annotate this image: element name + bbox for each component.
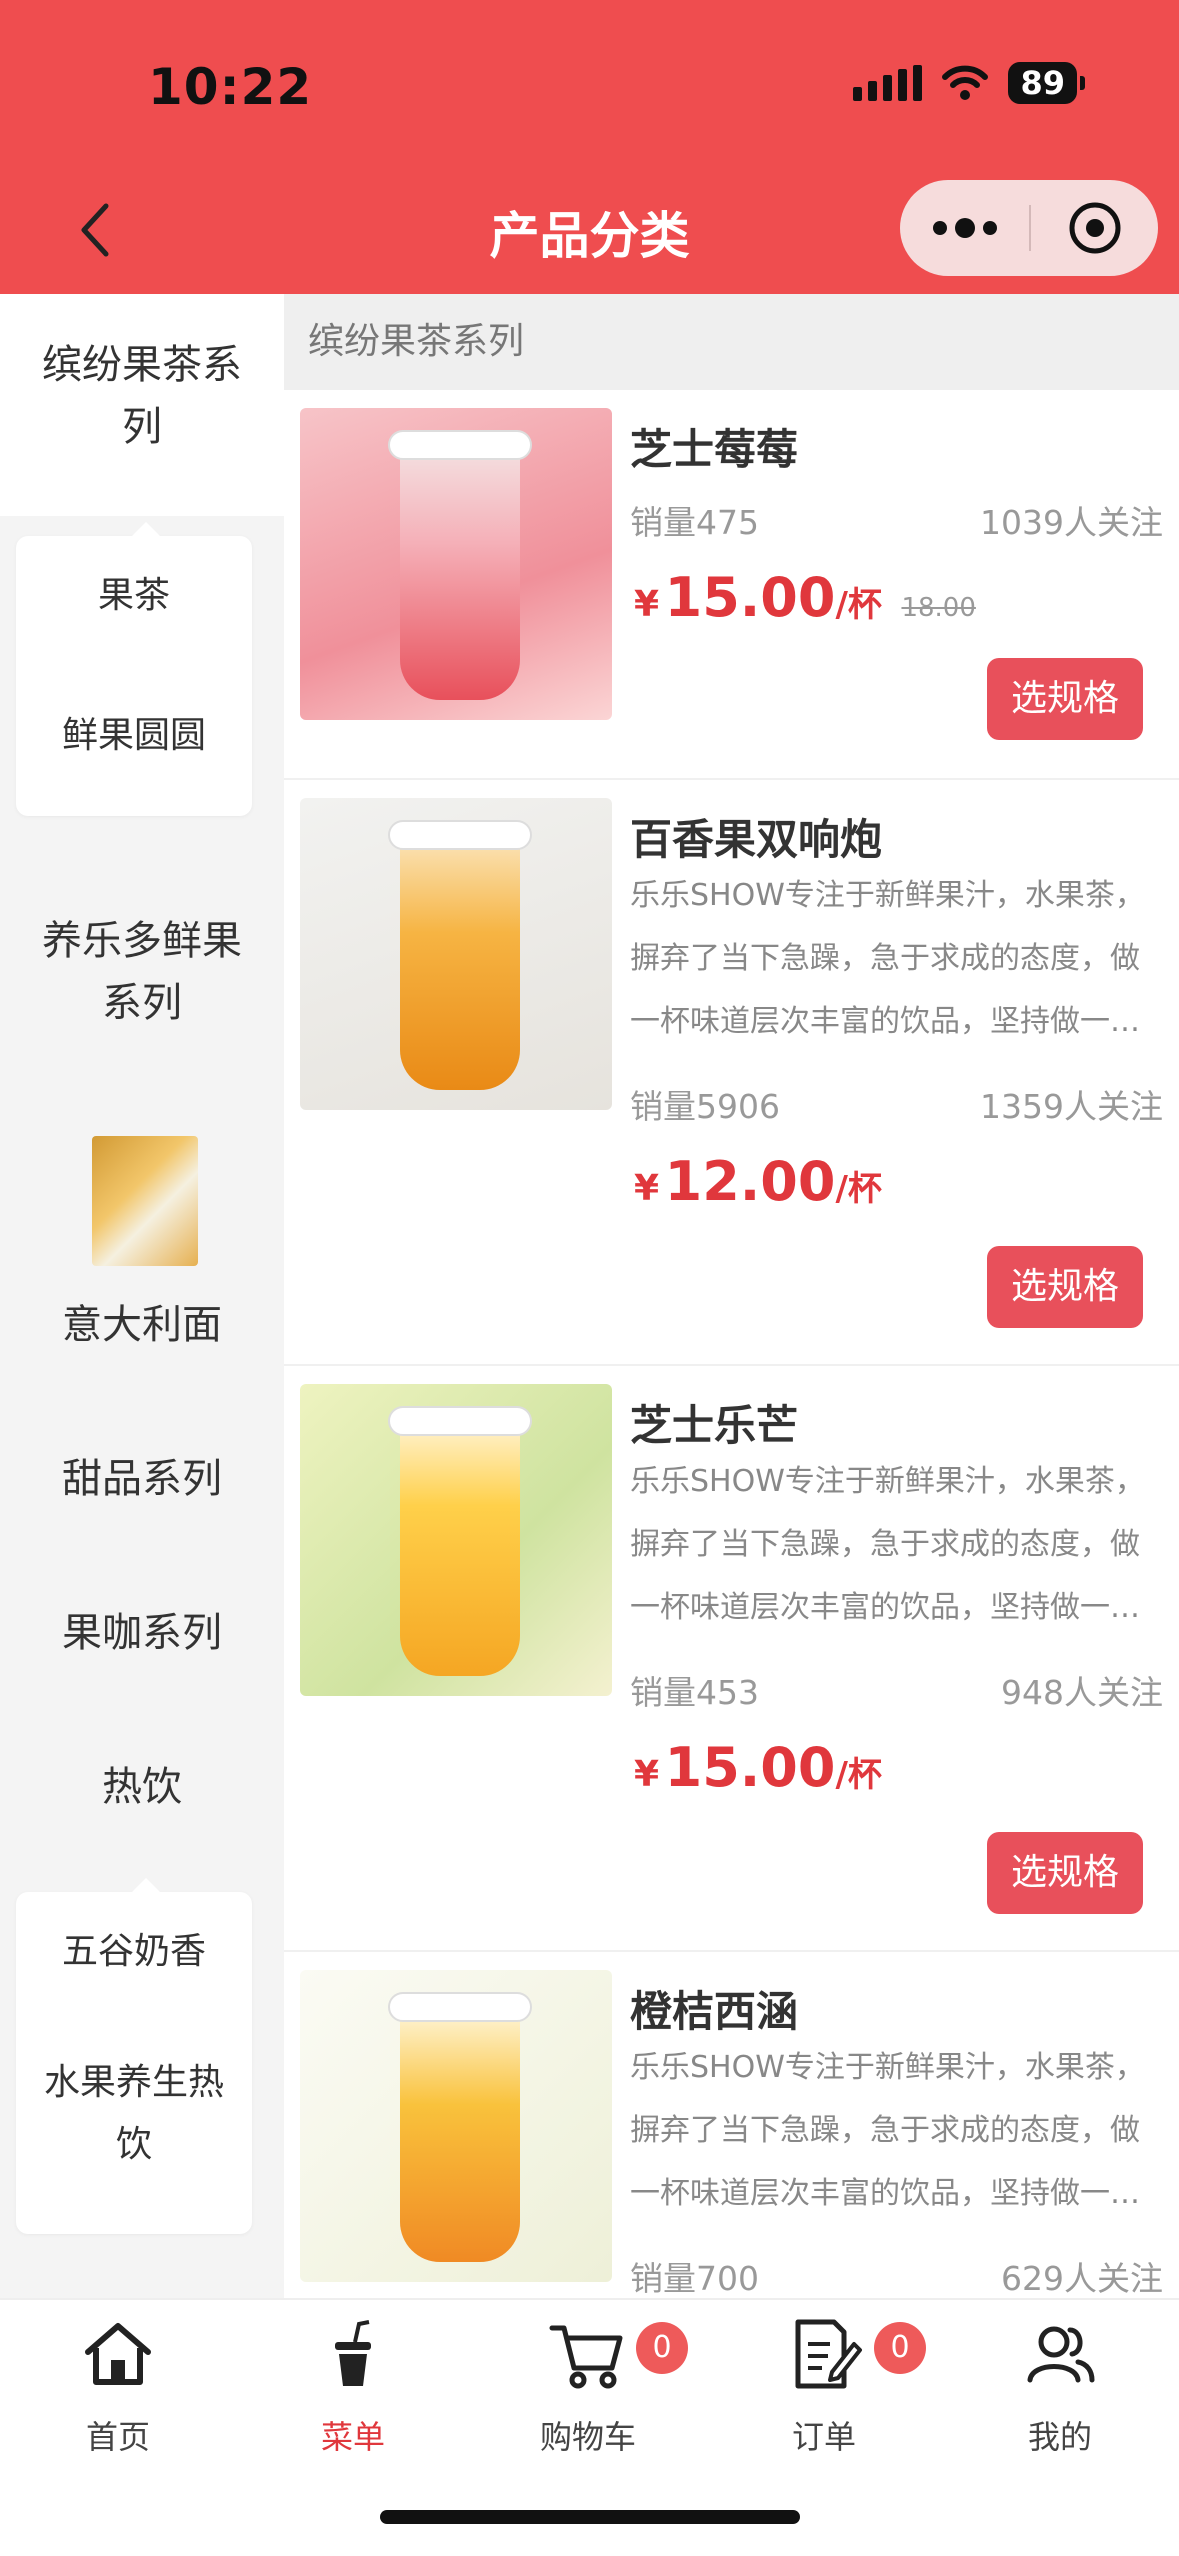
- product-name: 橙桔西涵: [630, 1987, 799, 2036]
- currency-symbol: ¥: [634, 584, 660, 625]
- subcategory-item[interactable]: 五谷奶香: [16, 1922, 252, 1982]
- battery-indicator: 89: [1008, 62, 1085, 104]
- section-title: 缤纷果茶系列: [284, 294, 1179, 390]
- wifi-icon: [942, 65, 989, 100]
- tab-label: 购物车: [539, 2418, 636, 2456]
- product-card[interactable]: 百香果双响炮 乐乐SHOW专注于新鲜果汁，水果茶，摒弃了当下急躁，急于求成的态度…: [284, 780, 1179, 1366]
- product-followers: 1359人关注: [980, 1087, 1163, 1126]
- cup-icon: [335, 2320, 371, 2386]
- order-count-badge: 0: [874, 2322, 926, 2374]
- cup-lid: [388, 430, 532, 460]
- drink-cup: [400, 438, 520, 700]
- category-label: 热饮: [102, 1764, 182, 1810]
- header: 10:22 89 产品分类: [0, 0, 1179, 294]
- price-value: 15.00: [664, 566, 836, 629]
- product-card[interactable]: 芝士莓莓 销量475 1039人关注 ¥ 15.00/杯 18.00 选规格: [284, 390, 1179, 780]
- target-icon: [1069, 202, 1120, 254]
- product-sales: 销量700: [630, 2259, 759, 2298]
- category-label: 果咖系列: [62, 1610, 222, 1656]
- product-followers: 948人关注: [1001, 1673, 1163, 1712]
- category-sidebar: 缤纷果茶系列 果茶 鲜果圆圆 养乐多鲜果系列 意大利面 甜品系列 果咖系列 热饮…: [0, 294, 284, 2298]
- close-miniprogram-button[interactable]: [1031, 180, 1158, 276]
- price-unit: /杯: [835, 1755, 882, 1795]
- product-image: [300, 1384, 612, 1696]
- price-value: 12.00: [664, 1150, 836, 1213]
- product-description: 乐乐SHOW专注于新鲜果汁，水果茶，摒弃了当下急躁，急于求成的态度，做一杯味道层…: [630, 2050, 1145, 2211]
- tab-label: 我的: [1027, 2418, 1092, 2456]
- product-name: 芝士乐芒: [630, 1401, 799, 1450]
- tab-label: 首页: [85, 2418, 150, 2456]
- user-group-icon: [1027, 2326, 1095, 2383]
- product-list: 缤纷果茶系列 芝士莓莓 销量475 1039人关注 ¥ 15.00/杯 18.0…: [284, 294, 1179, 2298]
- product-price: ¥ 12.00/杯: [634, 1150, 882, 1213]
- more-menu-button[interactable]: [900, 180, 1029, 276]
- product-card[interactable]: 橙桔西涵 乐乐SHOW专注于新鲜果汁，水果茶，摒弃了当下急躁，急于求成的态度，做…: [284, 1952, 1179, 2298]
- original-price: 18.00: [901, 593, 976, 623]
- tab-label: 菜单: [320, 2418, 385, 2456]
- category-label: 甜品系列: [62, 1456, 222, 1502]
- product-image: [300, 1970, 612, 2282]
- subcategory-item[interactable]: 水果养生热饮: [36, 2052, 232, 2176]
- category-item-pasta[interactable]: 意大利面: [0, 1294, 284, 1356]
- currency-symbol: ¥: [634, 1754, 660, 1795]
- cart-count-badge: 0: [636, 2322, 688, 2374]
- tab-menu[interactable]: 菜单: [253, 2314, 453, 2458]
- category-item-dessert[interactable]: 甜品系列: [0, 1448, 284, 1510]
- product-followers: 1039人关注: [980, 503, 1163, 542]
- cup-lid: [388, 1992, 532, 2022]
- signal-icon: [853, 65, 923, 101]
- home-icon: [85, 2323, 151, 2385]
- tab-label: 订单: [791, 2418, 856, 2456]
- drink-cup: [400, 1414, 520, 1676]
- cup-lid: [388, 1406, 532, 1436]
- product-price: ¥ 15.00/杯: [634, 1736, 882, 1799]
- price-unit: /杯: [835, 585, 882, 625]
- drink-cup: [400, 2000, 520, 2262]
- category-item-hot-drinks[interactable]: 热饮: [0, 1756, 284, 1818]
- product-description: 乐乐SHOW专注于新鲜果汁，水果茶，摒弃了当下急躁，急于求成的态度，做一杯味道层…: [630, 878, 1145, 1039]
- category-item-yakult[interactable]: 养乐多鲜果系列: [0, 910, 284, 1034]
- status-icons: 89: [853, 62, 1085, 104]
- subcategory-item[interactable]: 鲜果圆圆: [16, 706, 252, 766]
- order-document-icon: [795, 2319, 862, 2389]
- subcategory-box-hot-drinks: 五谷奶香 水果养生热饮: [16, 1878, 252, 2234]
- category-label: 缤纷果茶系列: [42, 342, 242, 450]
- pasta-thumbnail: [92, 1136, 198, 1266]
- category-label: 意大利面: [62, 1302, 222, 1348]
- category-item-fruit-tea[interactable]: 缤纷果茶系列: [0, 294, 284, 516]
- currency-symbol: ¥: [634, 1168, 660, 1209]
- product-price: ¥ 15.00/杯 18.00: [634, 566, 976, 629]
- product-sales: 销量5906: [630, 1087, 780, 1126]
- select-spec-button[interactable]: 选规格: [987, 658, 1143, 740]
- product-sales: 销量453: [630, 1673, 759, 1712]
- price-unit: /杯: [835, 1169, 882, 1209]
- status-time: 10:22: [148, 58, 313, 116]
- category-item-fruit-coffee[interactable]: 果咖系列: [0, 1602, 284, 1664]
- price-value: 15.00: [664, 1736, 836, 1799]
- subcategory-item[interactable]: 果茶: [16, 566, 252, 626]
- product-followers: 629人关注: [1001, 2259, 1163, 2298]
- product-image: [300, 798, 612, 1110]
- product-description: 乐乐SHOW专注于新鲜果汁，水果茶，摒弃了当下急躁，急于求成的态度，做一杯味道层…: [630, 1464, 1145, 1625]
- product-name: 芝士莓莓: [630, 425, 799, 474]
- product-sales: 销量475: [630, 503, 759, 542]
- drink-cup: [400, 828, 520, 1090]
- cup-lid: [388, 820, 532, 850]
- category-label: 养乐多鲜果系列: [42, 918, 242, 1026]
- home-indicator: [380, 2510, 800, 2524]
- select-spec-button[interactable]: 选规格: [987, 1246, 1143, 1328]
- product-card[interactable]: 芝士乐芒 乐乐SHOW专注于新鲜果汁，水果茶，摒弃了当下急躁，急于求成的态度，做…: [284, 1366, 1179, 1952]
- cart-icon: [549, 2325, 623, 2389]
- miniprogram-capsule: [900, 180, 1158, 276]
- product-image: [300, 408, 612, 720]
- select-spec-button[interactable]: 选规格: [987, 1832, 1143, 1914]
- tab-home[interactable]: 首页: [18, 2314, 218, 2458]
- subcategory-box-fruit-tea: 果茶 鲜果圆圆: [16, 522, 252, 816]
- tab-mine[interactable]: 我的: [960, 2314, 1160, 2458]
- product-name: 百香果双响炮: [630, 815, 883, 864]
